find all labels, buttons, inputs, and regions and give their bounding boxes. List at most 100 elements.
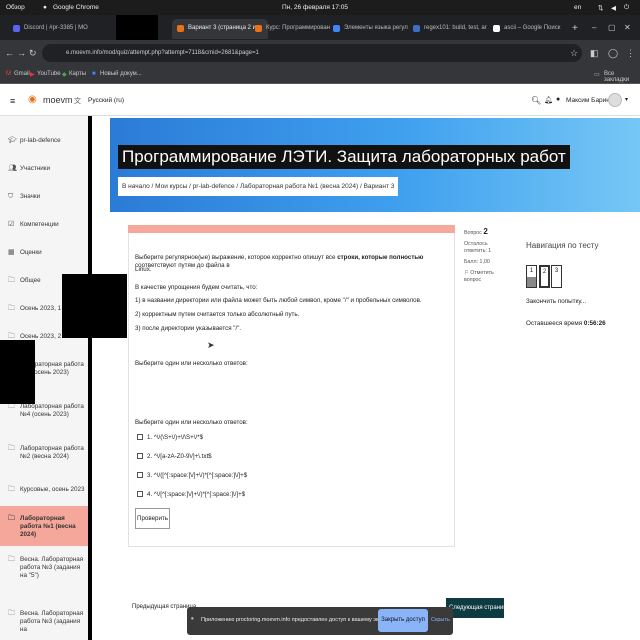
hide-notification-link[interactable]: Скрыть <box>431 617 450 623</box>
bookmark-gmail[interactable]: Gmail <box>14 71 30 77</box>
tab-google-search[interactable]: ascii – Google Поиск <box>488 19 568 39</box>
os-overview-button[interactable]: Обзор <box>6 4 25 11</box>
close-icon[interactable]: ✕ <box>624 23 631 32</box>
quiz-nav-page-2[interactable]: 2 <box>539 265 550 288</box>
checkbox[interactable] <box>137 434 143 440</box>
answer-prompt-2: Выберите один или несколько ответов: <box>135 419 248 426</box>
new-tab-icon[interactable]: + <box>572 23 578 34</box>
drawer-item-course-home[interactable]: 🎓︎ pr-lab-defence <box>0 137 88 145</box>
messages-icon[interactable]: ● <box>556 96 560 103</box>
tab-label: Вариант 3 (страница 2 из <box>188 25 259 31</box>
site-logo-text[interactable]: moevm <box>43 95 73 105</box>
checkbox[interactable] <box>137 472 143 478</box>
url-field[interactable]: e.moevm.info/mod/quiz/attempt.php?attemp… <box>42 44 582 62</box>
chevron-down-icon[interactable]: ▾ <box>625 96 628 103</box>
answer-prompt-1: Выберите один или несколько ответов: <box>135 360 248 367</box>
folder-icon: 🗀︎ <box>8 610 15 617</box>
answer-option-2[interactable]: 2. ^\/[a-zA-Z0-9\/]+\.txt$ <box>137 453 212 460</box>
check-button[interactable]: Проверить <box>135 508 170 529</box>
reload-icon[interactable]: ↻ <box>29 48 37 59</box>
next-page-button[interactable]: Следующая страница <box>446 598 510 618</box>
finish-attempt-link[interactable]: Закончить попытку... <box>526 298 586 305</box>
volume-icon[interactable]: ◀ <box>611 4 616 12</box>
site-header: ≡ ◉ moevm 文 Русский (ru) 🔍︎ 🔔︎ ● Максим … <box>0 86 640 116</box>
drawer-item-badges[interactable]: ⛉ Значки <box>0 193 88 201</box>
drawer-item-lab4-autumn[interactable]: 🗀︎ Лабораторная работа №4 (осень 2023) <box>0 403 88 419</box>
os-language[interactable]: en <box>574 4 581 11</box>
answer-option-4[interactable]: 4. ^\/[^[:space:]\/]+\/)*[^[:space:]\/]+… <box>137 491 245 498</box>
breadcrumb[interactable]: В начало / Мои курсы / pr-lab-defence / … <box>118 177 399 196</box>
question-text-line3: В качестве упрощения будем считать, что: <box>135 284 258 291</box>
checkbox-icon: ☑ <box>8 221 15 228</box>
all-bookmarks[interactable]: Все закладки <box>604 71 640 83</box>
hamburger-menu-icon[interactable]: ≡ <box>10 96 15 106</box>
language-menu[interactable]: Русский (ru) <box>88 97 124 104</box>
drawer-item-competencies[interactable]: ☑ Компетенции <box>0 221 88 229</box>
checkbox[interactable] <box>137 491 143 497</box>
folder-icon: 🗀︎ <box>8 486 15 493</box>
checkbox[interactable] <box>137 453 143 459</box>
tab-label: Курс: Программирован <box>266 25 330 31</box>
drawer-item-participants[interactable]: 👥︎ Участники <box>0 165 88 173</box>
quiz-nav-page-3[interactable]: 3 <box>551 265 562 288</box>
quiz-nav-page-1[interactable]: 1 <box>526 265 537 288</box>
extension-icon[interactable]: ◧ <box>590 48 599 59</box>
drawer-item-label: Оценки <box>20 249 42 256</box>
maximize-icon[interactable]: ▢ <box>608 23 616 32</box>
tab-regex-elements[interactable]: Элементы языка регул <box>328 19 408 39</box>
tab-regex101[interactable]: regex101: build, test, ar <box>408 19 488 39</box>
stop-sharing-button[interactable]: Закрыть доступ <box>378 609 428 632</box>
back-icon[interactable]: ← <box>5 48 14 58</box>
drawer-item-lab1-spring[interactable]: 🗀︎ Лабораторная работа №1 (весна 2024) <box>0 506 88 546</box>
bookmark-star-icon[interactable]: ☆ <box>570 48 578 59</box>
grades-icon: ▦ <box>8 249 15 256</box>
tab-course[interactable]: Курс: Программирован <box>250 19 330 39</box>
notifications-bell-icon[interactable]: 🔔︎ <box>544 96 553 104</box>
os-app-name: Google Chrome <box>53 4 99 11</box>
youtube-icon: ▶ <box>30 72 35 78</box>
tab-label: regex101: build, test, ar <box>424 25 487 31</box>
profile-icon[interactable]: ◯ <box>608 48 618 59</box>
drawer-item-label: Значки <box>20 193 41 200</box>
drawer-item-lab2-spring[interactable]: 🗀︎ Лабораторная работа №2 (весна 2024) <box>0 445 88 461</box>
redaction-box <box>62 274 127 338</box>
drawer-item-coursework[interactable]: 🗀︎ Курсовые, осень 2023 <box>0 486 88 494</box>
drawer-item-spring-lab3-b[interactable]: 🗀︎ Весна. Лабораторная работа №3 (задания… <box>0 610 88 634</box>
drawer-item-label: pr-lab-defence <box>20 137 61 144</box>
users-icon: 👥︎ <box>8 165 17 172</box>
page-title: Программирование ЛЭТИ. Защита лабораторн… <box>118 145 570 169</box>
bookmark-maps[interactable]: Карты <box>69 71 86 77</box>
tab-discord[interactable]: Discord | #pr-3385 | MO <box>8 19 118 39</box>
forward-icon[interactable]: → <box>17 48 26 58</box>
question-number: 2 <box>483 227 488 236</box>
drawer-item-label: Лабораторная работа №1 (весна 2024) <box>20 515 76 538</box>
search-icon[interactable]: 🔍︎ <box>531 96 541 105</box>
discord-icon <box>13 25 20 32</box>
minimize-icon[interactable]: – <box>592 23 596 32</box>
timer-value: 0:56:26 <box>583 320 606 327</box>
drawer-item-spring-lab3-a[interactable]: 🗀︎ Весна. Лабораторная работа №3 (задания… <box>0 556 88 580</box>
redaction-box <box>0 340 35 404</box>
drawer-item-grades[interactable]: ▦ Оценки <box>0 249 88 257</box>
answer-option-1[interactable]: 1. ^\/(\S+\/)+\/\S+\/*$ <box>137 434 203 441</box>
bookmark-new-doc[interactable]: Новый докум... <box>100 71 142 77</box>
folder-icon: 🗀︎ <box>8 403 15 410</box>
folder-icon: 🗀︎ <box>8 515 15 522</box>
maps-icon: ◆ <box>62 72 67 78</box>
mouse-cursor-icon: ➤ <box>207 340 215 350</box>
flag-question[interactable]: ⚐ Отметить вопрос <box>464 270 504 284</box>
answer-option-3[interactable]: 3. ^\/([^[:space:]\/]+\/)*[^[:space:]\/]… <box>137 472 247 479</box>
power-icon[interactable]: ⏻ <box>624 4 629 12</box>
quiz-navigation-title: Навигация по тесту <box>526 241 599 250</box>
drawer-item-label: Общее <box>20 277 41 284</box>
question-text-line1: Выберите регулярное(ые) выражение, котор… <box>135 254 424 269</box>
os-clock[interactable]: Пн, 26 февраля 17:05 <box>282 4 348 11</box>
avatar[interactable] <box>608 93 622 107</box>
bookmark-youtube[interactable]: YouTube <box>37 71 61 77</box>
tab-label: ascii – Google Поиск <box>504 25 561 31</box>
moevm-logo-icon: ◉ <box>28 94 37 105</box>
browser-tab-strip: Discord | #pr-3385 | MO Вариант 3 (стран… <box>0 15 640 40</box>
doc-icon <box>333 25 340 32</box>
menu-kebab-icon[interactable]: ⋮ <box>626 48 635 59</box>
network-icon[interactable]: ⇅ <box>598 4 603 12</box>
